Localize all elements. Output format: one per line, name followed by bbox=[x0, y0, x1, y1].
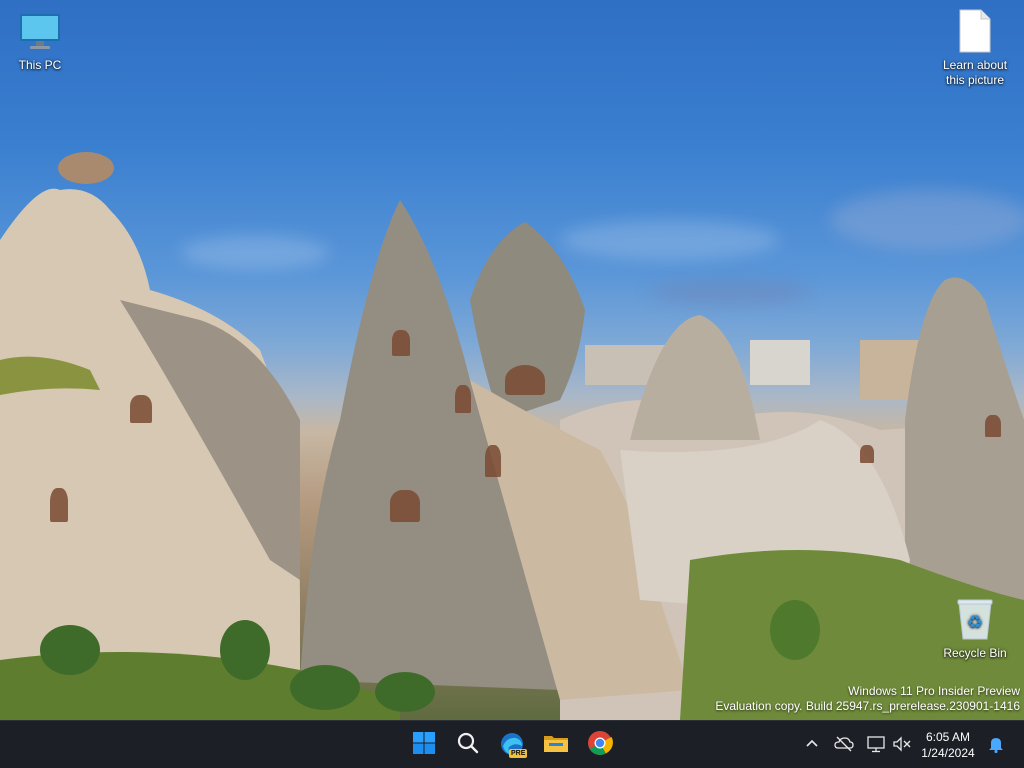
wallpaper-landscape bbox=[0, 152, 1024, 720]
monitor-icon bbox=[17, 8, 63, 54]
windows-logo-icon bbox=[412, 731, 436, 760]
watermark-line2: Evaluation copy. Build 25947.rs_prerelea… bbox=[715, 699, 1020, 713]
taskbar: PRE 6:05 AM 1/24/2024 bbox=[0, 720, 1024, 768]
start-button[interactable] bbox=[404, 725, 444, 765]
chevron-up-icon bbox=[805, 737, 819, 754]
chrome-button[interactable] bbox=[580, 725, 620, 765]
search-icon bbox=[456, 731, 480, 760]
taskbar-clock[interactable]: 6:05 AM 1/24/2024 bbox=[912, 729, 984, 761]
this-pc-label: This PC bbox=[18, 58, 62, 72]
chrome-icon bbox=[587, 730, 613, 761]
desktop[interactable]: This PC Learn about this picture ♻ Recyc… bbox=[0, 0, 1024, 720]
file-explorer-button[interactable] bbox=[536, 725, 576, 765]
document-icon bbox=[952, 8, 998, 54]
recycle-bin-shortcut[interactable]: ♻ Recycle Bin bbox=[935, 596, 1015, 661]
network-button[interactable] bbox=[864, 733, 888, 757]
learn-about-picture-shortcut[interactable]: Learn about this picture bbox=[935, 8, 1015, 88]
svg-text:♻: ♻ bbox=[967, 612, 983, 633]
recycle-bin-label: Recycle Bin bbox=[943, 646, 1007, 660]
this-pc-shortcut[interactable]: This PC bbox=[0, 8, 80, 73]
edge-pre-icon: PRE bbox=[499, 732, 528, 758]
search-button[interactable] bbox=[448, 725, 488, 765]
watermark-line1: Windows 11 Pro Insider Preview bbox=[848, 684, 1020, 698]
clock-time: 6:05 AM bbox=[925, 730, 971, 744]
edge-pre-badge: PRE bbox=[509, 749, 528, 758]
clock-date: 1/24/2024 bbox=[921, 746, 975, 760]
volume-muted-icon bbox=[892, 735, 912, 755]
learn-about-picture-label-line2: this picture bbox=[945, 73, 1005, 87]
network-icon bbox=[866, 735, 886, 756]
tray-overflow-button[interactable] bbox=[800, 733, 824, 757]
onedrive-offline-icon bbox=[834, 736, 854, 755]
recycle-bin-icon: ♻ bbox=[952, 596, 998, 642]
evaluation-watermark: Windows 11 Pro Insider Preview Evaluatio… bbox=[715, 684, 1020, 714]
notifications-button[interactable] bbox=[984, 733, 1008, 757]
onedrive-button[interactable] bbox=[832, 733, 856, 757]
volume-button[interactable] bbox=[890, 733, 914, 757]
edge-preview-button[interactable]: PRE bbox=[492, 725, 532, 765]
folder-icon bbox=[543, 731, 569, 760]
bell-icon bbox=[988, 735, 1004, 756]
learn-about-picture-label-line1: Learn about bbox=[942, 58, 1008, 72]
